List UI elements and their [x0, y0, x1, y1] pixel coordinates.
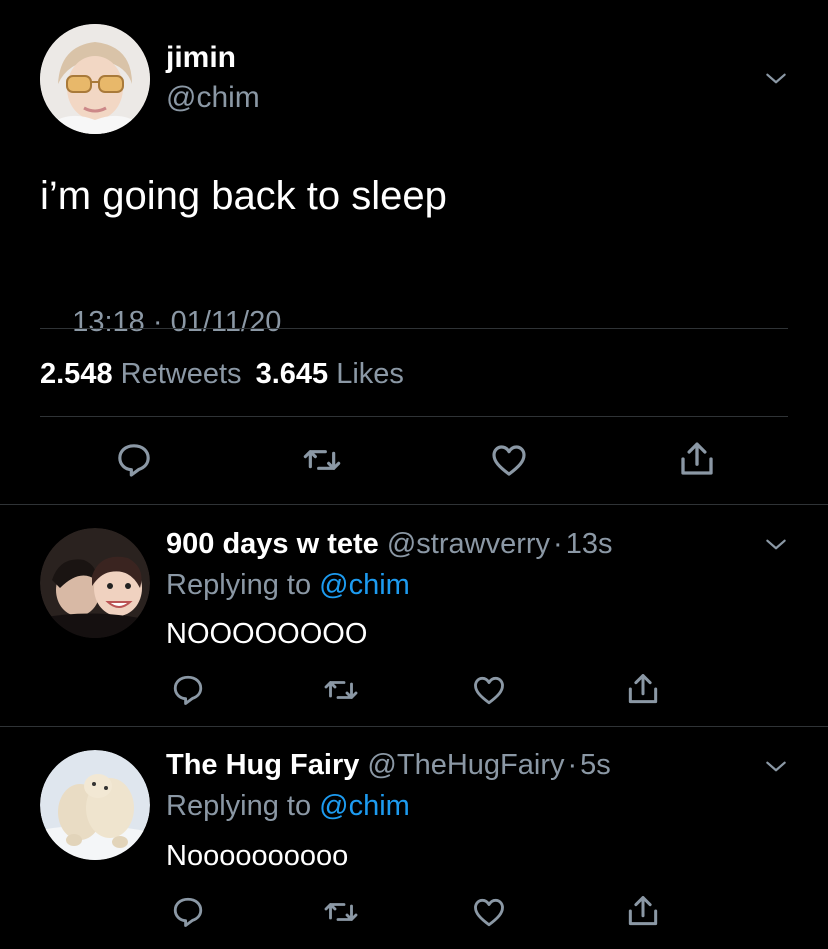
retweet-stat[interactable]: 2.548 Retweets [40, 358, 250, 390]
heart-icon[interactable] [488, 440, 530, 480]
chevron-down-icon[interactable] [763, 532, 789, 558]
replying-to-label: Replying to [166, 569, 312, 601]
main-avatar[interactable] [40, 24, 150, 134]
replying-to-handle[interactable]: @chim [319, 569, 410, 601]
replying-to-label: Replying to [166, 790, 312, 822]
retweet-count: 2.548 [40, 358, 113, 390]
tweet-text: i’m going back to sleep [40, 174, 447, 218]
share-icon[interactable] [676, 438, 718, 480]
like-stat[interactable]: 3.645 Likes [256, 358, 404, 390]
tweet-time: 13:18 [72, 306, 145, 338]
reply-avatar[interactable] [40, 750, 150, 860]
reply-icon[interactable] [114, 440, 154, 480]
reply-text: Noooooooooo [166, 840, 349, 872]
reply-separator: · [553, 528, 563, 560]
reply-header: The Hug Fairy @TheHugFairy · 5s [166, 747, 611, 783]
divider [0, 726, 828, 727]
divider [40, 328, 788, 329]
main-handle[interactable]: @chim [166, 80, 260, 116]
share-icon[interactable] [624, 670, 662, 708]
divider [40, 416, 788, 417]
main-display-name[interactable]: jimin [166, 40, 236, 76]
chevron-down-icon[interactable] [763, 66, 789, 92]
retweet-label: Retweets [120, 358, 242, 390]
like-label: Likes [336, 358, 404, 390]
tweet-stats: 2.548 Retweets 3.645 Likes [40, 356, 404, 392]
heart-icon[interactable] [470, 672, 508, 708]
tweet-date: 01/11/20 [170, 306, 282, 338]
divider [0, 504, 828, 505]
heart-icon[interactable] [470, 894, 508, 930]
reply-display-name[interactable]: The Hug Fairy [166, 749, 359, 781]
share-icon[interactable] [624, 892, 662, 930]
reply-icon[interactable] [170, 672, 206, 708]
reply-display-name[interactable]: 900 days w tete [166, 528, 379, 560]
reply-header: 900 days w tete @strawverry · 13s [166, 526, 612, 562]
replying-to: Replying to @chim [166, 788, 410, 824]
reply-avatar[interactable] [40, 528, 150, 638]
retweet-icon[interactable] [322, 672, 360, 708]
reply-age: 5s [580, 749, 611, 781]
reply-handle[interactable]: @TheHugFairy [367, 749, 564, 781]
retweet-icon[interactable] [300, 440, 344, 480]
replying-to: Replying to @chim [166, 567, 410, 603]
chevron-down-icon[interactable] [763, 754, 789, 780]
reply-separator: · [567, 749, 578, 781]
replying-to-handle[interactable]: @chim [319, 790, 410, 822]
timestamp-separator: · [144, 306, 171, 338]
reply-handle[interactable]: @strawverry [387, 528, 550, 560]
like-count: 3.645 [255, 358, 329, 390]
reply-age: 13s [565, 528, 613, 560]
reply-icon[interactable] [170, 894, 206, 930]
retweet-icon[interactable] [322, 894, 360, 930]
reply-text: NOOOOOOOO [166, 618, 368, 650]
